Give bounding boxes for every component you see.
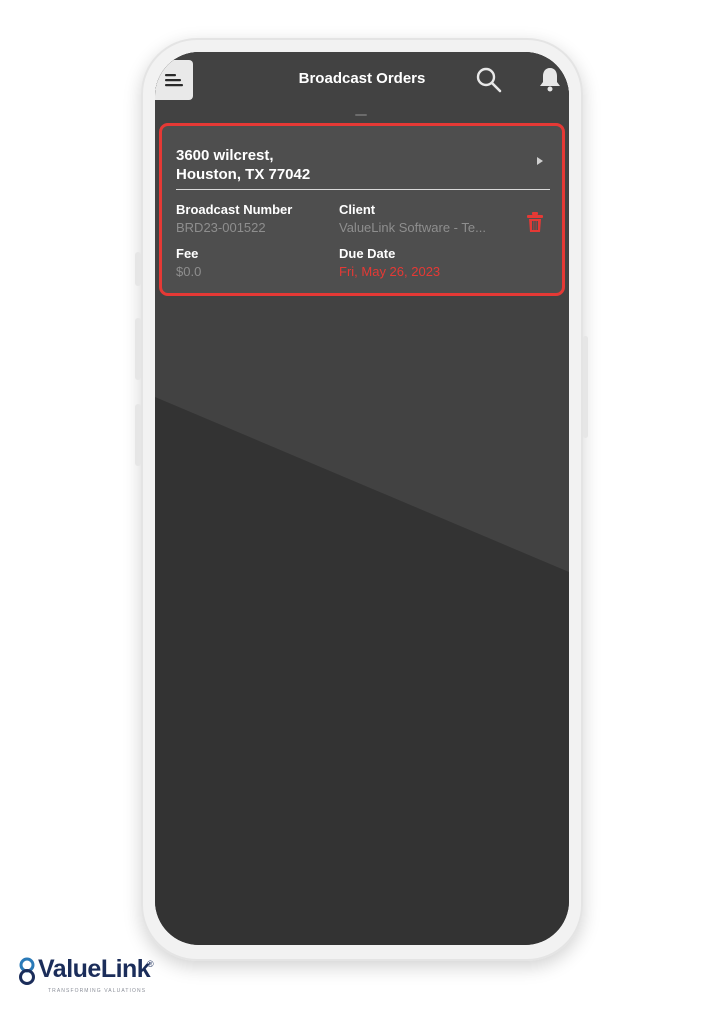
broadcast-number-value: BRD23-001522 bbox=[176, 220, 266, 235]
phone-side-button bbox=[135, 404, 141, 466]
valuelink-logo: ValueLink ® TRANSFORMING VALUATIONS bbox=[14, 955, 164, 1000]
due-date-value: Fri, May 26, 2023 bbox=[339, 264, 441, 279]
order-address: 3600 wilcrest, Houston, TX 77042 bbox=[176, 146, 310, 184]
bell-icon[interactable] bbox=[539, 66, 561, 92]
page-title: Broadcast Orders bbox=[298, 70, 426, 87]
due-date-label: Due Date bbox=[339, 246, 396, 261]
card-divider bbox=[176, 189, 550, 190]
address-line-2: Houston, TX 77042 bbox=[176, 166, 311, 183]
valuelink-logo-icon bbox=[19, 957, 35, 985]
broadcast-number-label: Broadcast Number bbox=[176, 202, 293, 217]
app-screen: Broadcast Orders 3600 wilcrest, Houston,… bbox=[155, 52, 569, 945]
client-value: ValueLink Software - Te... bbox=[339, 220, 486, 235]
fee-label: Fee bbox=[176, 246, 199, 261]
search-icon[interactable] bbox=[475, 66, 503, 94]
address-line-1: 3600 wilcrest, bbox=[176, 147, 274, 164]
chevron-right-icon[interactable] bbox=[536, 156, 544, 166]
logo-tagline: TRANSFORMING VALUATIONS bbox=[48, 988, 147, 994]
phone-side-button bbox=[135, 252, 141, 286]
logo-text: ValueLink bbox=[38, 955, 151, 983]
pull-indicator bbox=[355, 114, 367, 116]
registered-mark: ® bbox=[147, 959, 154, 969]
client-label: Client bbox=[339, 202, 376, 217]
phone-side-button bbox=[135, 318, 141, 380]
phone-side-button bbox=[583, 336, 588, 438]
fee-value: $0.0 bbox=[176, 264, 202, 279]
app-header: Broadcast Orders bbox=[155, 52, 569, 110]
broadcast-order-card[interactable]: 3600 wilcrest, Houston, TX 77042 Broadca… bbox=[159, 123, 565, 296]
trash-icon[interactable] bbox=[526, 211, 544, 233]
